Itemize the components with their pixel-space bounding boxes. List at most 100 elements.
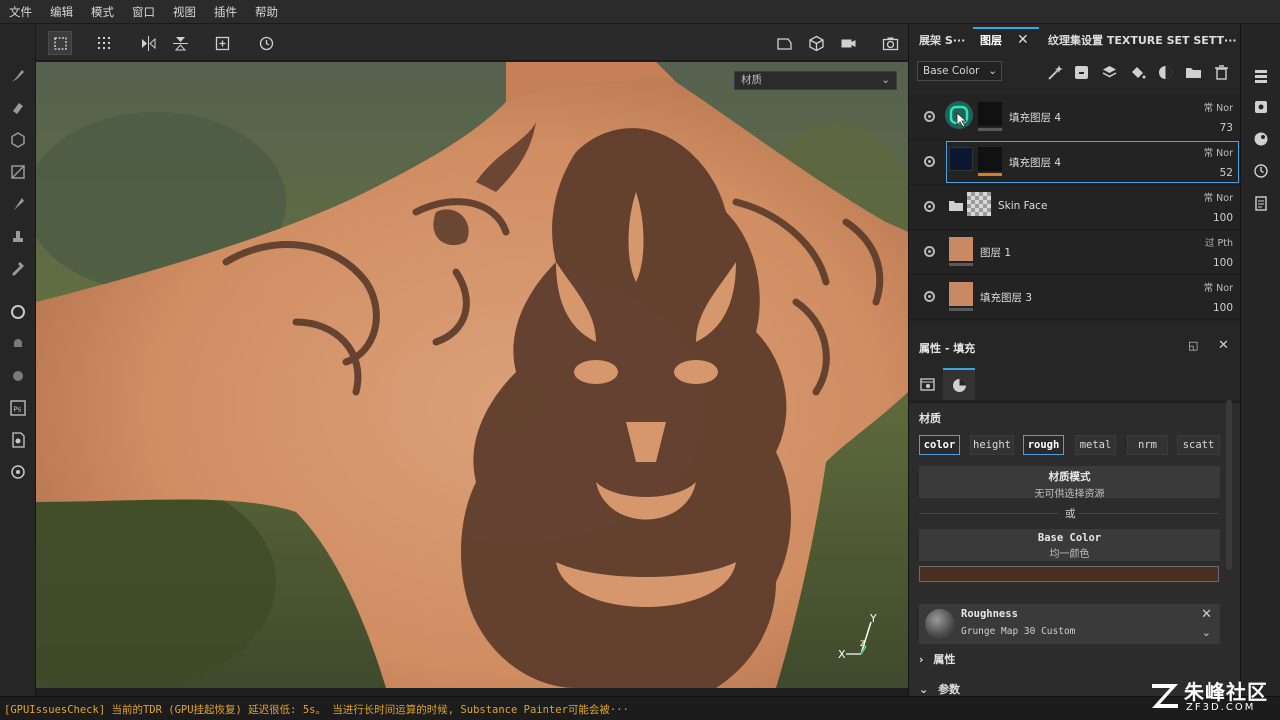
clone-stamp-icon[interactable] [8,226,28,246]
add-layer-icon[interactable] [1099,62,1119,82]
close-tab-icon[interactable]: ✕ [1017,29,1029,51]
eye-visibility-icon[interactable] [924,156,935,167]
character-back-render [36,62,908,688]
menu-file[interactable]: 文件 [0,0,41,24]
menu-mode[interactable]: 模式 [82,0,123,24]
layer-row[interactable]: 填充图层 3 常 Nor 100 [909,275,1241,320]
channel-rough-button[interactable]: rough [1023,435,1064,455]
mask-icon[interactable] [1155,62,1175,82]
layer-opacity[interactable]: 100 [1213,212,1233,224]
layer-row[interactable]: 图层 1 过 Pth 100 [909,230,1241,275]
maximize-icon[interactable]: ◱ [1188,339,1198,352]
grid-select-icon[interactable] [92,31,116,55]
menu-help[interactable]: 帮助 [246,0,287,24]
screenshot-camera-icon[interactable] [878,31,902,55]
properties-title: 属性 - 填充 [919,342,976,355]
channel-metal-button[interactable]: metal [1075,435,1116,455]
sync-icon[interactable] [8,462,28,482]
properties-tabbar [909,364,1241,402]
display-settings-icon[interactable] [1251,129,1271,149]
layer-thumbnail[interactable] [949,282,973,306]
layer-thumbnail[interactable] [949,147,973,171]
base-color-field[interactable]: Base Color 均一颜色 [919,529,1220,561]
viewport-material-dropdown[interactable]: 材质 ⌄ [734,71,897,90]
camera-video-icon[interactable] [836,31,860,55]
settings-icon[interactable] [1251,97,1271,117]
layer-blend-mode[interactable]: 过 Pth [1205,235,1233,249]
material-tab-icon[interactable] [943,368,975,400]
layer-blend-mode[interactable]: 常 Nor [1204,190,1233,204]
axis-x-label: X [838,648,846,661]
channel-height-button[interactable]: height [970,435,1014,455]
mask-thumbnail[interactable] [978,102,1002,126]
mirror-y-icon[interactable] [168,31,192,55]
color-picker-icon[interactable] [8,258,28,278]
history-icon[interactable] [254,31,278,55]
paint-bucket-icon[interactable] [1127,62,1147,82]
material-mode-field[interactable]: 材质模式 无可供选择资源 [919,466,1220,500]
layer-opacity[interactable]: 73 [1220,122,1233,134]
layer-row[interactable]: 填充图层 4 常 Nor 52 [909,140,1241,185]
menu-edit[interactable]: 编辑 [41,0,82,24]
3d-viewport[interactable]: 材质 ⌄ Y z X [36,62,908,688]
bake-icon[interactable] [8,366,28,386]
menu-window[interactable]: 窗口 [123,0,164,24]
smudge-icon[interactable] [8,194,28,214]
attributes-collapse[interactable]: › 属性 [919,651,955,667]
layers-stack-icon[interactable] [1251,66,1271,86]
layer-blend-mode[interactable]: 常 Nor [1204,145,1233,159]
trash-icon[interactable] [1211,62,1231,82]
projection-icon[interactable] [8,130,28,150]
mask-thumbnail[interactable] [978,147,1002,171]
eye-visibility-icon[interactable] [924,291,935,302]
eraser-icon[interactable] [8,98,28,118]
channel-nrm-button[interactable]: nrm [1127,435,1168,455]
close-icon[interactable]: ✕ [1201,607,1212,622]
channel-dropdown-label: Base Color [923,65,980,77]
view-mode-icon[interactable] [772,31,796,55]
base-color-swatch[interactable] [919,566,1219,582]
add-frame-icon[interactable] [210,31,234,55]
eye-visibility-icon[interactable] [924,201,935,212]
magic-wand-icon[interactable] [1045,62,1065,82]
add-folder-icon[interactable] [1183,62,1203,82]
menu-view[interactable]: 视图 [164,0,205,24]
add-fill-layer-icon[interactable] [1071,62,1091,82]
mirror-x-icon[interactable] [136,31,160,55]
layer-opacity[interactable]: 100 [1213,302,1233,314]
eye-visibility-icon[interactable] [924,111,935,122]
params-collapse[interactable]: ⌄ 参数 [919,681,960,697]
close-icon[interactable]: ✕ [1218,338,1229,353]
layer-row[interactable]: 填充图层 4 常 Nor 73 [909,95,1241,140]
geometry-mask-icon[interactable] [8,162,28,182]
layer-blend-mode[interactable]: 常 Nor [1204,280,1233,294]
tab-layers[interactable]: 图层 [980,30,1002,52]
layer-row[interactable]: Skin Face 常 Nor 100 [909,185,1241,230]
tab-shelf[interactable]: 展架 S··· [919,30,965,52]
layer-thumbnail[interactable] [949,237,973,261]
substance-icon[interactable] [8,302,28,322]
history-clock-icon[interactable] [1251,161,1271,181]
tab-texture-set-settings[interactable]: 纹理集设置 TEXTURE SET SETT··· [1048,30,1237,52]
chevron-down-icon[interactable]: ⌄ [1202,626,1211,639]
chevron-right-icon: › [919,653,924,666]
3d-cube-icon[interactable] [804,31,828,55]
menu-plugins[interactable]: 插件 [205,0,246,24]
roughness-card[interactable]: Roughness Grunge Map 30 Custom ✕ ⌄ [919,604,1220,644]
selection-mode-icon[interactable] [48,31,72,55]
export-icon[interactable] [8,430,28,450]
photoshop-icon[interactable]: Ps [8,398,28,418]
channel-scatt-button[interactable]: scatt [1177,435,1220,455]
layer-opacity[interactable]: 52 [1220,167,1233,179]
layer-opacity[interactable]: 100 [1213,257,1233,269]
layer-blend-mode[interactable]: 常 Nor [1204,100,1233,114]
channel-dropdown[interactable]: Base Color ⌄ [917,61,1002,81]
channel-color-button[interactable]: color [919,435,960,455]
properties-scrollbar[interactable] [1226,400,1232,570]
watermark-main-text: 朱峰社区 [1184,680,1268,704]
eye-visibility-icon[interactable] [924,246,935,257]
bell-icon[interactable] [8,334,28,354]
paint-brush-icon[interactable] [8,66,28,86]
fill-settings-icon[interactable] [911,368,943,400]
log-document-icon[interactable] [1251,193,1271,213]
